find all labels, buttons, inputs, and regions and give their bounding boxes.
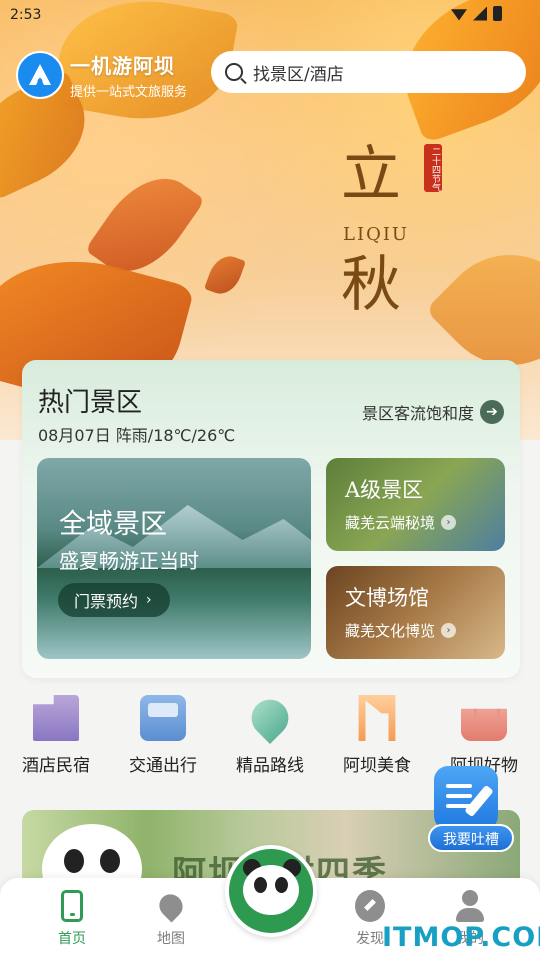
solar-term-char-2: 秋 — [341, 250, 401, 320]
ticket-booking-label: 门票预约 — [74, 592, 139, 611]
all-scenic-tile[interactable]: 全域景区 盛夏畅游正当时 门票预约 › — [37, 458, 311, 659]
hot-spots-card: 热门景区 08月07日 阵雨/18℃/26℃ 景区客流饱和度 ➔ 全域景区 盛夏… — [22, 360, 520, 678]
search-placeholder: 找景区/酒店 — [253, 64, 344, 85]
category-food[interactable]: 阿坝美食 — [323, 695, 431, 776]
tab-label: 首页 — [58, 931, 86, 947]
solar-term-pinyin: LIQIU — [343, 224, 410, 245]
museum-subtitle-row: 藏羌文化博览 › — [345, 620, 457, 641]
solar-term-char-1: 立 — [341, 140, 401, 210]
tab-label: 发现 — [356, 931, 384, 947]
app-tagline: 提供一站式文旅服务 — [70, 85, 188, 100]
feedback-button[interactable]: 我要吐槽 — [428, 766, 514, 856]
museum-title: 文博场馆 — [345, 586, 429, 610]
category-label: 交通出行 — [129, 756, 197, 776]
map-pin-icon — [154, 889, 188, 923]
search-icon — [225, 63, 243, 81]
a-level-subtitle: 藏羌云端秘境 — [345, 514, 436, 532]
tab-map[interactable]: 地图 — [131, 889, 211, 948]
battery-icon — [493, 6, 502, 21]
logo-icon — [16, 51, 64, 99]
category-label: 精品路线 — [236, 756, 304, 776]
feedback-icon — [434, 766, 498, 830]
ticket-booking-button[interactable]: 门票预约 › — [58, 583, 170, 617]
solar-term-seal: 二十四节气 — [424, 144, 442, 192]
chevron-right-icon: › — [146, 592, 152, 608]
tab-home[interactable]: 首页 — [32, 890, 112, 948]
saturation-link-label: 景区客流饱和度 — [361, 404, 474, 423]
autumn-leaf-decoration — [204, 251, 246, 299]
hotel-icon — [33, 695, 79, 741]
status-bar: 2:53 — [0, 0, 540, 30]
wifi-icon — [451, 9, 467, 21]
a-level-title: A级景区 — [345, 478, 424, 502]
category-transport[interactable]: 交通出行 — [109, 695, 217, 776]
category-hotel[interactable]: 酒店民宿 — [2, 695, 110, 776]
chevron-right-icon: › — [441, 515, 457, 530]
bus-icon — [140, 695, 186, 741]
all-scenic-subtitle: 盛夏畅游正当时 — [59, 549, 199, 573]
hot-spots-title: 热门景区 — [38, 388, 143, 418]
a-level-subtitle-row: 藏羌云端秘境 › — [345, 512, 457, 533]
panda-center-button[interactable] — [225, 845, 317, 937]
category-routes[interactable]: 精品路线 — [216, 691, 324, 776]
compass-icon — [355, 890, 385, 922]
feedback-label: 我要吐槽 — [428, 824, 514, 852]
category-label: 酒店民宿 — [22, 756, 90, 776]
user-icon — [455, 890, 485, 922]
tab-label: 地图 — [157, 931, 185, 947]
panda-icon — [243, 865, 299, 915]
status-time: 2:53 — [10, 7, 42, 23]
home-icon — [61, 890, 83, 922]
app-name: 一机游阿坝 — [70, 54, 175, 78]
a-level-scenic-tile[interactable]: A级景区 藏羌云端秘境 › — [326, 458, 505, 551]
watermark: ITMOP.COM — [382, 922, 540, 953]
food-icon — [358, 695, 396, 741]
museum-tile[interactable]: 文博场馆 藏羌文化博览 › — [326, 566, 505, 659]
saturation-link[interactable]: 景区客流饱和度 ➔ — [362, 400, 504, 424]
weather-info: 08月07日 阵雨/18℃/26℃ — [38, 426, 236, 445]
arrow-right-icon: ➔ — [480, 400, 504, 424]
category-row: 酒店民宿 交通出行 精品路线 阿坝美食 阿坝好物 — [0, 691, 540, 776]
app-logo: 一机游阿坝 提供一站式文旅服务 — [16, 50, 187, 100]
category-goods[interactable]: 阿坝好物 — [430, 695, 538, 776]
all-scenic-title: 全域景区 — [59, 509, 167, 540]
status-icons — [451, 6, 502, 21]
category-label: 阿坝美食 — [343, 756, 411, 776]
museum-subtitle: 藏羌文化博览 — [345, 622, 436, 640]
chevron-right-icon: › — [441, 623, 457, 638]
shopping-bag-icon — [461, 708, 507, 741]
signal-icon — [473, 6, 487, 21]
search-bar[interactable]: 找景区/酒店 — [211, 51, 526, 93]
route-icon — [243, 691, 297, 745]
